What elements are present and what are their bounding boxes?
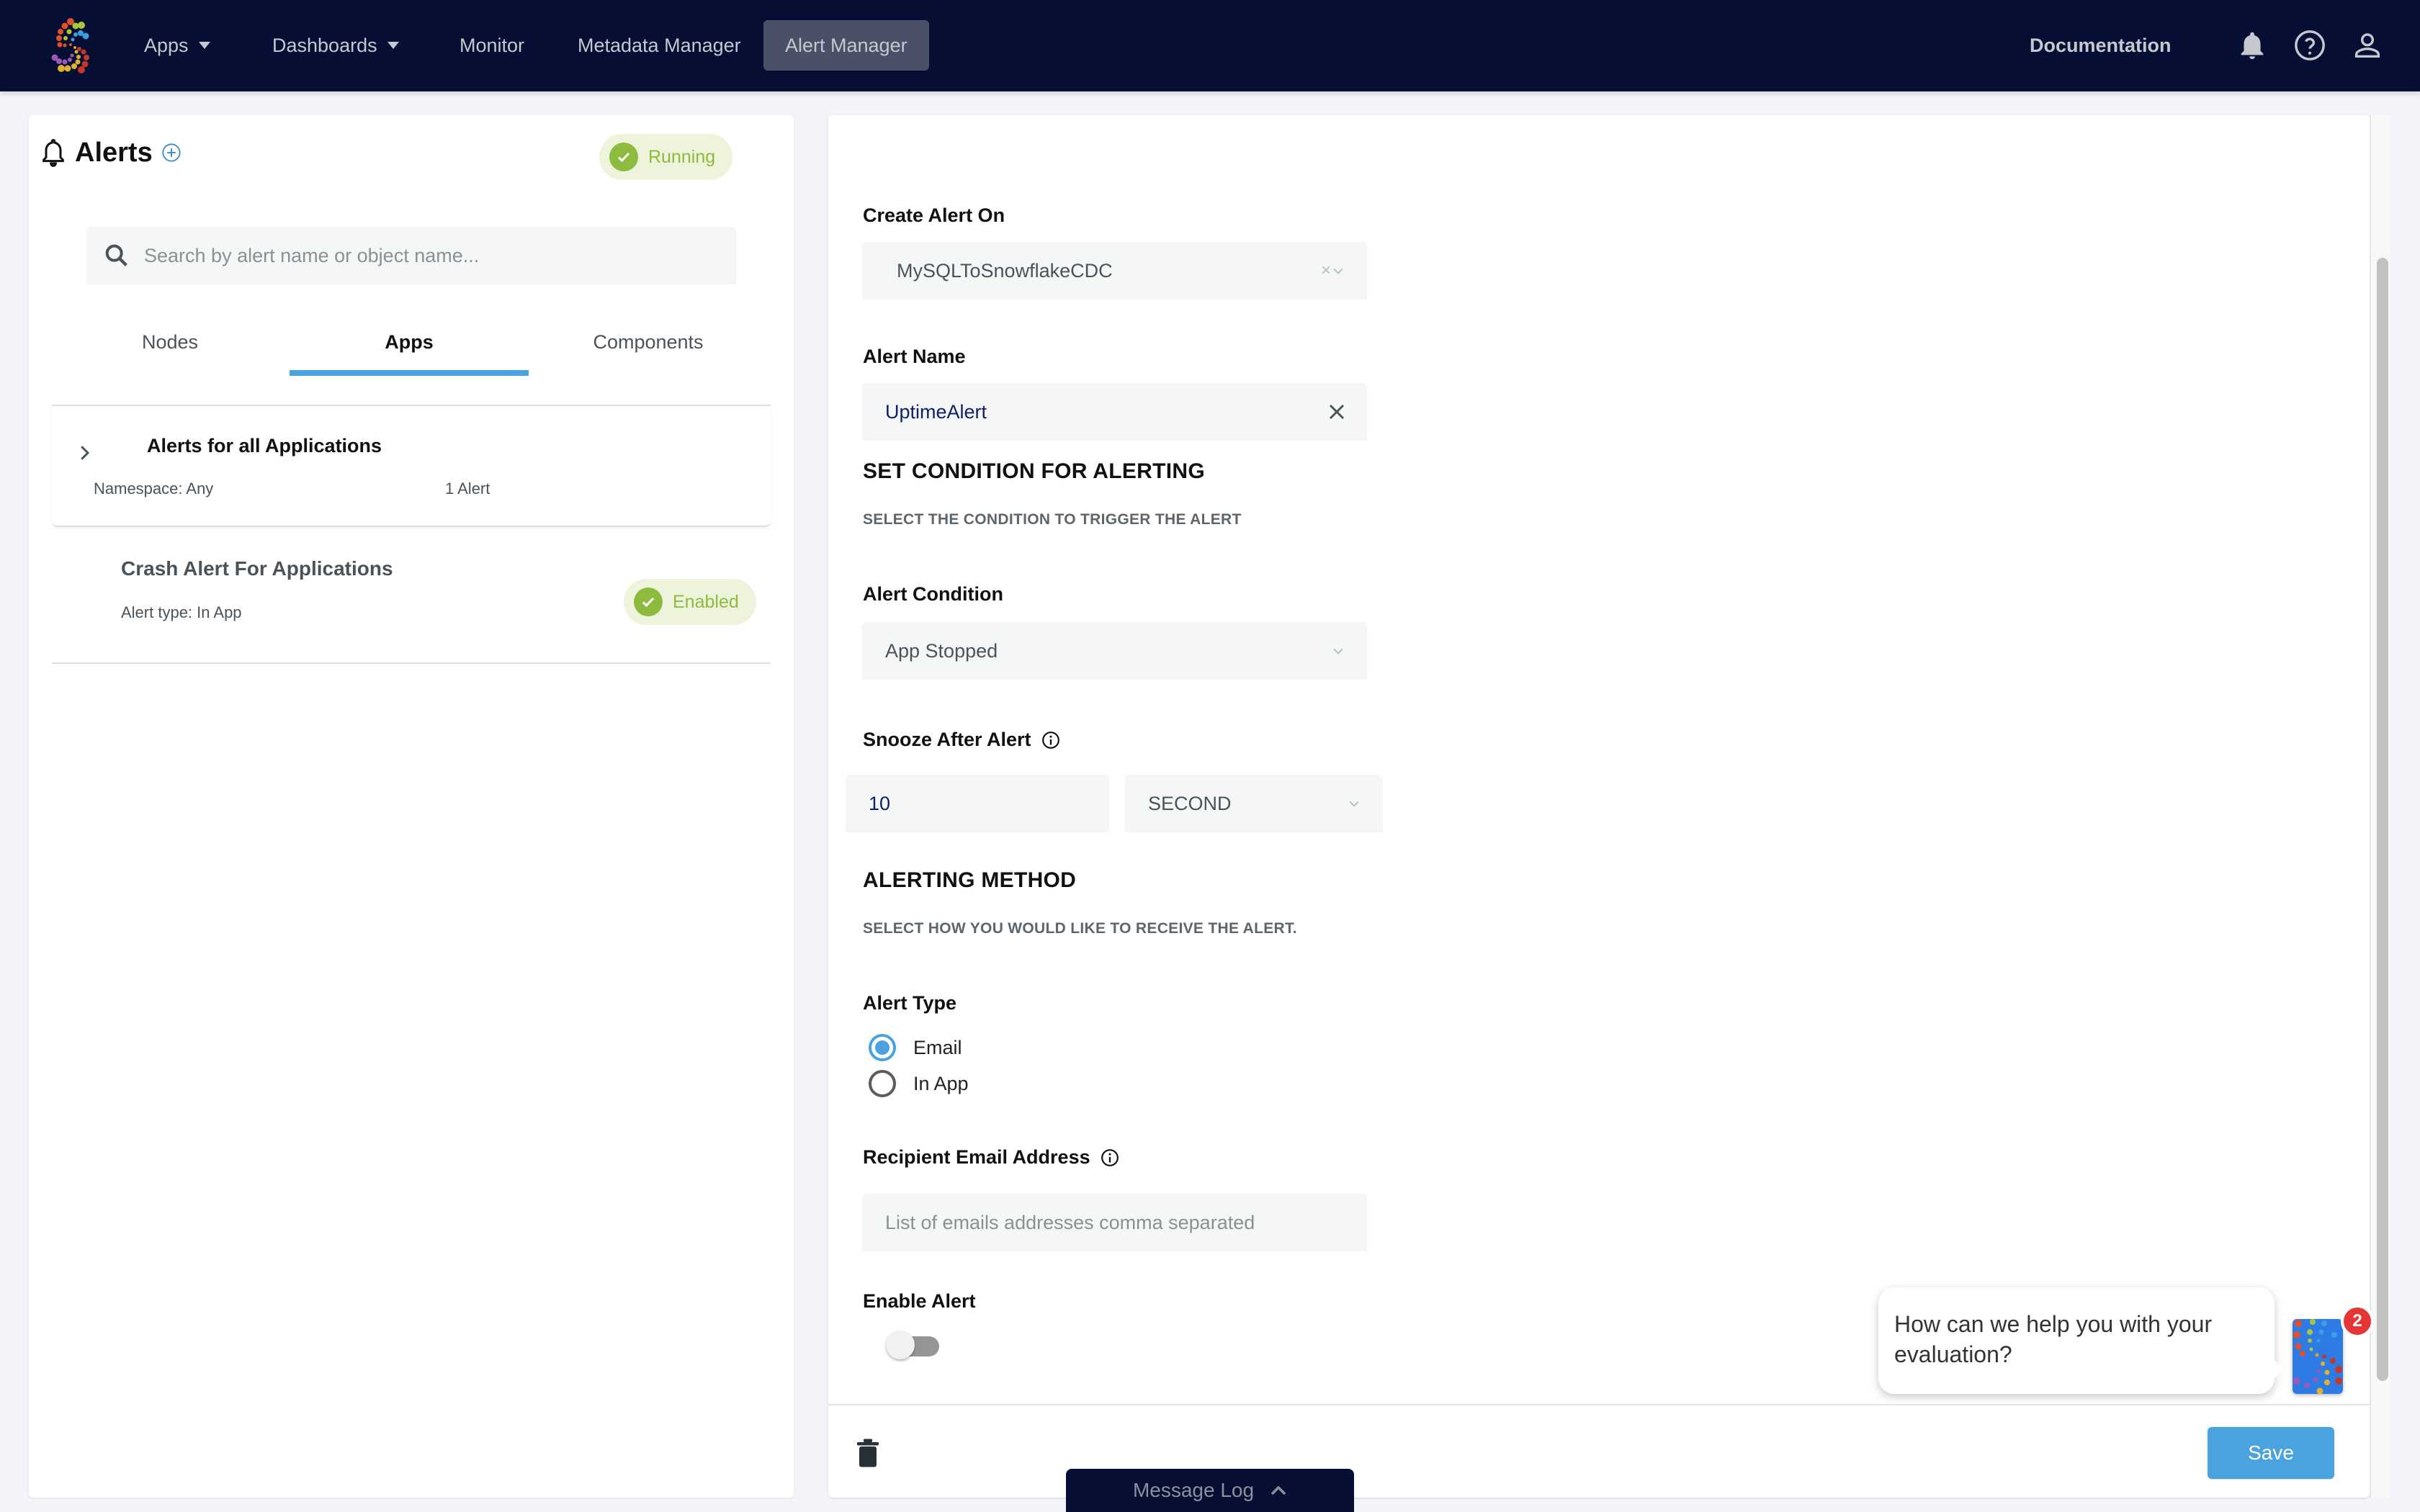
chevron-up-icon — [1270, 1485, 1286, 1495]
alert-condition-select[interactable]: App Stopped — [862, 622, 1367, 680]
tab-nodes[interactable]: Nodes — [50, 324, 290, 389]
nav-apps-label: Apps — [144, 35, 189, 56]
alert-group-all-applications[interactable]: Alerts for all Applications Namespace: A… — [52, 405, 771, 527]
chevron-down-icon — [1333, 648, 1343, 654]
chat-prompt-bubble[interactable]: How can we help you with your evaluation… — [1878, 1287, 2285, 1394]
list-item[interactable]: Crash Alert For Applications Alert type:… — [52, 528, 771, 664]
search-icon — [105, 244, 127, 266]
radio-email-label: Email — [913, 1036, 962, 1058]
nav-dashboards[interactable]: Dashboards — [251, 20, 421, 71]
nav-dashboards-label: Dashboards — [272, 35, 377, 56]
striim-logo[interactable] — [49, 16, 91, 75]
recipient-label: Recipient Email Address — [863, 1146, 1119, 1169]
nav-documentation[interactable]: Documentation — [2030, 20, 2172, 71]
add-alert-icon[interactable] — [161, 143, 182, 163]
radio-in-app[interactable]: In App — [869, 1070, 969, 1097]
enabled-status-badge: Enabled — [624, 579, 756, 625]
caret-down-icon — [387, 41, 399, 49]
snooze-value-input[interactable] — [869, 775, 1085, 832]
user-icon[interactable] — [2351, 29, 2384, 62]
alert-name-input[interactable] — [885, 383, 1332, 441]
alert-name-label: Alert Name — [863, 346, 966, 367]
tab-apps[interactable]: Apps — [290, 324, 529, 389]
radio-in-app-label: In App — [913, 1072, 969, 1094]
running-status-label: Running — [648, 146, 716, 167]
chat-prompt-text: How can we help you with your evaluation… — [1894, 1311, 2213, 1367]
message-log-toggle[interactable]: Message Log — [1066, 1469, 1354, 1512]
snooze-unit-value: SECOND — [1148, 793, 1232, 814]
alert-group-namespace: Namespace: Any — [94, 480, 214, 498]
alert-search-input[interactable] — [144, 227, 720, 284]
create-alert-on-label: Create Alert On — [863, 204, 1005, 226]
snooze-label-text: Snooze After Alert — [863, 729, 1031, 750]
alert-name: Crash Alert For Applications — [121, 557, 393, 580]
create-alert-on-value: MySQLToSnowflakeCDC — [897, 260, 1113, 282]
notification-badge: 2 — [2341, 1305, 2374, 1338]
check-circle-icon — [634, 588, 663, 616]
snooze-value-field[interactable] — [846, 775, 1109, 832]
radio-selected-icon[interactable] — [869, 1034, 896, 1061]
enable-alert-label: Enable Alert — [863, 1290, 976, 1312]
scrollbar[interactable] — [2370, 115, 2390, 1498]
alert-group-title: Alerts for all Applications — [147, 435, 382, 456]
alert-type: Alert type: In App — [121, 603, 242, 621]
save-button[interactable]: Save — [2208, 1427, 2334, 1479]
running-status-badge: Running — [599, 134, 733, 180]
info-icon[interactable] — [1101, 1148, 1119, 1167]
nav-monitor[interactable]: Monitor — [438, 20, 546, 71]
trash-icon[interactable] — [857, 1439, 879, 1467]
bell-outline-icon — [42, 139, 64, 167]
chat-logo-icon — [2293, 1319, 2342, 1394]
snooze-unit-select[interactable]: SECOND — [1125, 775, 1383, 832]
chevron-down-icon — [1349, 801, 1359, 807]
toggle-knob — [886, 1331, 915, 1359]
clear-icon[interactable]: × — [1321, 261, 1331, 281]
alert-search[interactable] — [86, 227, 736, 284]
scrollbar-thumb[interactable] — [2377, 258, 2388, 1381]
help-icon[interactable] — [2293, 29, 2326, 62]
message-log-label: Message Log — [1132, 1479, 1255, 1501]
alert-name-field[interactable] — [862, 383, 1367, 441]
enable-alert-toggle[interactable] — [886, 1329, 944, 1361]
top-navbar: Apps Dashboards Monitor Metadata Manager… — [0, 0, 2420, 91]
chevron-down-icon — [1333, 268, 1343, 274]
method-section-subtitle: SELECT HOW YOU WOULD LIKE TO RECEIVE THE… — [863, 920, 1297, 937]
recipient-email-field[interactable] — [862, 1194, 1367, 1251]
caret-down-icon — [198, 41, 210, 49]
condition-section-title: SET CONDITION FOR ALERTING — [863, 459, 1206, 483]
radio-unselected-icon[interactable] — [869, 1070, 896, 1097]
radio-email[interactable]: Email — [869, 1034, 962, 1061]
tab-components[interactable]: Components — [529, 324, 768, 389]
clear-icon[interactable] — [1324, 399, 1350, 425]
condition-section-subtitle: SELECT THE CONDITION TO TRIGGER THE ALER… — [863, 511, 1242, 528]
alerts-list-panel: Alerts Running Nodes Apps Components Ale… — [29, 115, 794, 1498]
bell-icon[interactable] — [2236, 29, 2269, 62]
chevron-right-icon[interactable] — [73, 442, 95, 464]
nav-alert-manager[interactable]: Alert Manager — [763, 20, 929, 71]
alert-condition-value: App Stopped — [885, 640, 998, 662]
recipient-label-text: Recipient Email Address — [863, 1146, 1090, 1168]
alerts-header: Alerts — [39, 137, 153, 168]
enabled-status-label: Enabled — [673, 591, 739, 612]
alert-scope-tabs: Nodes Apps Components — [50, 324, 768, 389]
nav-metadata-manager[interactable]: Metadata Manager — [556, 20, 763, 71]
recipient-email-input[interactable] — [885, 1194, 1332, 1251]
snooze-label: Snooze After Alert — [863, 729, 1060, 751]
create-alert-on-select[interactable]: MySQLToSnowflakeCDC × — [862, 242, 1367, 300]
alerts-title: Alerts — [75, 137, 153, 168]
form-footer-divider — [828, 1404, 2370, 1405]
check-circle-icon — [609, 143, 638, 171]
alert-condition-label: Alert Condition — [863, 583, 1003, 605]
chat-launcher[interactable] — [2293, 1319, 2343, 1394]
alert-group-count: 1 Alert — [445, 480, 490, 498]
method-section-title: ALERTING METHOD — [863, 868, 1077, 892]
info-icon[interactable] — [1041, 731, 1060, 750]
nav-apps[interactable]: Apps — [122, 20, 232, 71]
alert-type-label: Alert Type — [863, 992, 957, 1014]
